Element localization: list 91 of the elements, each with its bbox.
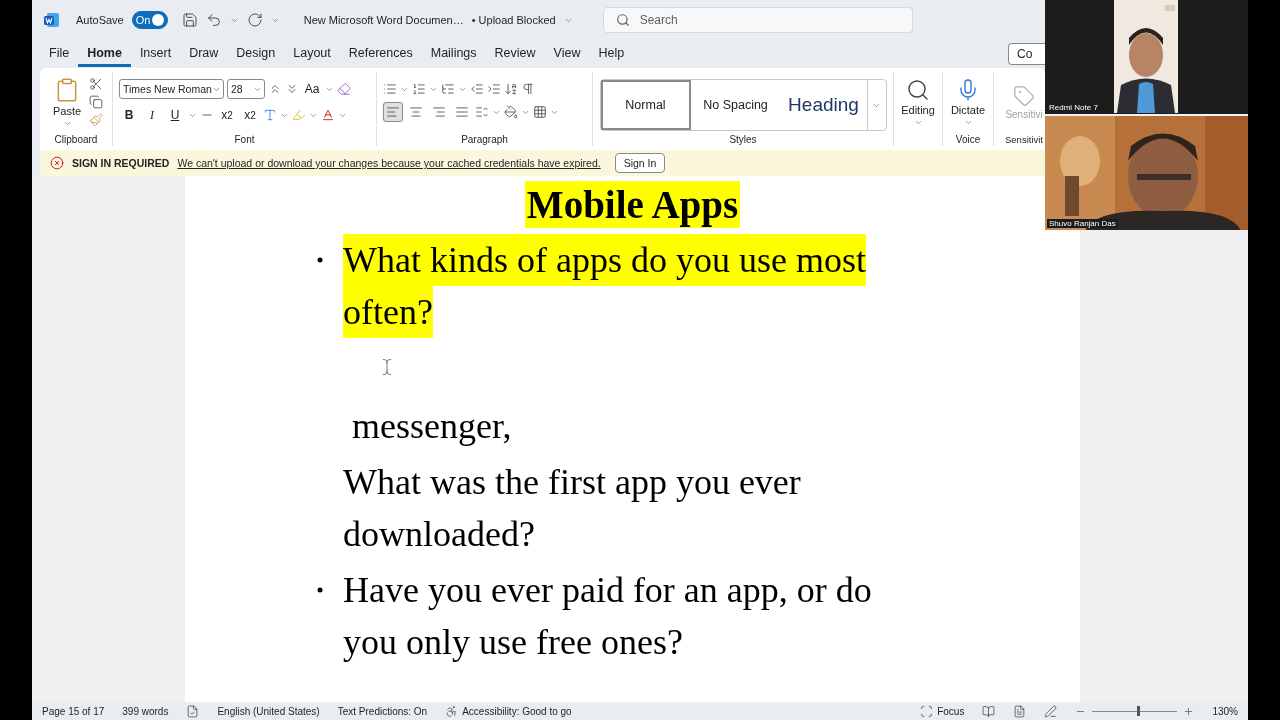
sort-icon[interactable] (504, 82, 518, 96)
read-mode-icon[interactable] (982, 704, 996, 718)
search-icon (615, 13, 630, 27)
text-predictions-status[interactable]: Text Predictions: On (337, 705, 428, 717)
bold-button[interactable]: B (119, 105, 139, 125)
numbering-icon[interactable] (412, 82, 426, 96)
editing-button[interactable]: Editing (900, 77, 936, 127)
align-left-icon (386, 105, 400, 119)
group-label: Sensitivit (1005, 133, 1043, 145)
message-link[interactable]: We can't upload or download your changes because your cached credentials have expired. (177, 157, 601, 169)
page-count[interactable]: Page 15 of 17 (42, 705, 105, 717)
focus-icon[interactable] (920, 704, 934, 718)
style-option[interactable]: No Spacing (690, 80, 781, 130)
group-label: Font (234, 133, 255, 145)
paragraph-line: messenger, (351, 405, 512, 448)
pilcrow-icon[interactable] (521, 82, 535, 96)
group-label: Styles (729, 133, 757, 145)
zoom-percent[interactable]: 130% (1212, 705, 1238, 717)
shrink-font-icon[interactable] (285, 82, 299, 96)
sign-in-button[interactable]: Sign In (614, 153, 666, 173)
ribbon-tab[interactable]: File (40, 41, 79, 67)
ribbon-tab[interactable]: References (339, 41, 422, 67)
language-status[interactable]: English (United States) (217, 705, 320, 717)
app-logo-icon (44, 12, 60, 28)
paste-button[interactable]: Paste (49, 76, 85, 128)
accessibility-status[interactable]: Accessibility: Good to go (462, 705, 572, 717)
undo-icon[interactable] (205, 12, 222, 28)
italic-button[interactable]: I (142, 105, 162, 125)
style-option[interactable]: Normal (600, 80, 691, 130)
grow-font-icon[interactable] (268, 82, 282, 96)
message-title: SIGN IN REQUIRED (72, 157, 170, 169)
word-count[interactable]: 399 words (122, 705, 169, 717)
accessibility-icon[interactable] (445, 704, 459, 718)
autosave-label: AutoSave (76, 14, 124, 26)
ribbon-tab[interactable]: Help (589, 41, 634, 67)
align-right-icon (432, 105, 446, 119)
align-button[interactable] (383, 102, 403, 122)
ribbon-tab[interactable]: Review (485, 41, 545, 67)
font-color-icon[interactable] (321, 108, 335, 122)
shading-icon[interactable] (504, 105, 518, 119)
increase-indent-icon[interactable] (487, 82, 501, 96)
tag-icon[interactable] (1013, 84, 1035, 107)
participant-name: Redmi Note 7 (1047, 103, 1100, 112)
error-icon (50, 156, 64, 170)
paragraph-line: you only use free ones? (343, 621, 683, 664)
format-painter-icon[interactable] (89, 113, 103, 127)
underline-button[interactable]: U (165, 105, 185, 125)
find-icon[interactable] (906, 77, 930, 102)
save-icon[interactable] (181, 12, 198, 28)
change-case-button[interactable]: Aa (302, 79, 322, 99)
align-center-icon (409, 105, 423, 119)
zoom-in-icon[interactable] (1183, 705, 1195, 717)
search-field[interactable]: Search (602, 7, 913, 33)
ribbon-tab[interactable]: Design (227, 41, 285, 67)
paragraph-line: What was the first app you ever (343, 461, 801, 504)
multilevel-list-icon[interactable] (441, 82, 455, 96)
ribbon-tab[interactable]: Mailings (421, 41, 486, 67)
document-title: New Microsoft Word Documen… (303, 14, 464, 26)
text-effects-icon[interactable] (263, 108, 277, 122)
highlighter-icon[interactable] (292, 108, 306, 122)
group-label: Voice (955, 133, 981, 145)
font-size-field[interactable]: 28 (227, 79, 265, 99)
style-option[interactable]: Heading (780, 80, 867, 130)
paragraph-line: downloaded? (343, 513, 535, 556)
bullets-icon[interactable] (383, 82, 397, 96)
paragraph-line: Have you ever paid for an app, or do (343, 569, 872, 612)
group-label: Clipboard (54, 133, 98, 145)
line-spacing-icon[interactable] (475, 105, 489, 119)
upload-status[interactable]: • Upload Blocked (471, 14, 556, 26)
ribbon-tab[interactable]: View (544, 41, 590, 67)
comments-button[interactable]: Co (1008, 43, 1045, 65)
document-heading: Mobile Apps (524, 181, 741, 228)
copy-icon[interactable] (89, 95, 103, 109)
dictate-button[interactable]: Dictate (949, 77, 987, 127)
autosave-toggle[interactable]: On (131, 11, 168, 29)
cut-icon[interactable] (89, 77, 103, 91)
ribbon-tab[interactable]: Layout (284, 41, 340, 67)
print-layout-icon[interactable] (1013, 704, 1027, 718)
proofing-icon[interactable] (186, 704, 200, 718)
zoom-thumb[interactable] (1137, 705, 1141, 716)
font-name-field[interactable]: Times New Roman (119, 79, 224, 99)
clear-formatting-icon[interactable] (337, 82, 351, 96)
borders-icon[interactable] (533, 105, 547, 119)
focus-button[interactable]: Focus (937, 705, 965, 717)
participant-name: Shuvo Ranjan Das (1047, 219, 1118, 228)
decrease-indent-icon[interactable] (470, 82, 484, 96)
group-label: Paragraph (461, 133, 508, 145)
ribbon-tab[interactable]: Insert (130, 41, 181, 67)
ribbon-tab[interactable]: Draw (180, 41, 228, 67)
align-justify-icon (455, 105, 469, 119)
redo-icon[interactable] (246, 12, 263, 28)
